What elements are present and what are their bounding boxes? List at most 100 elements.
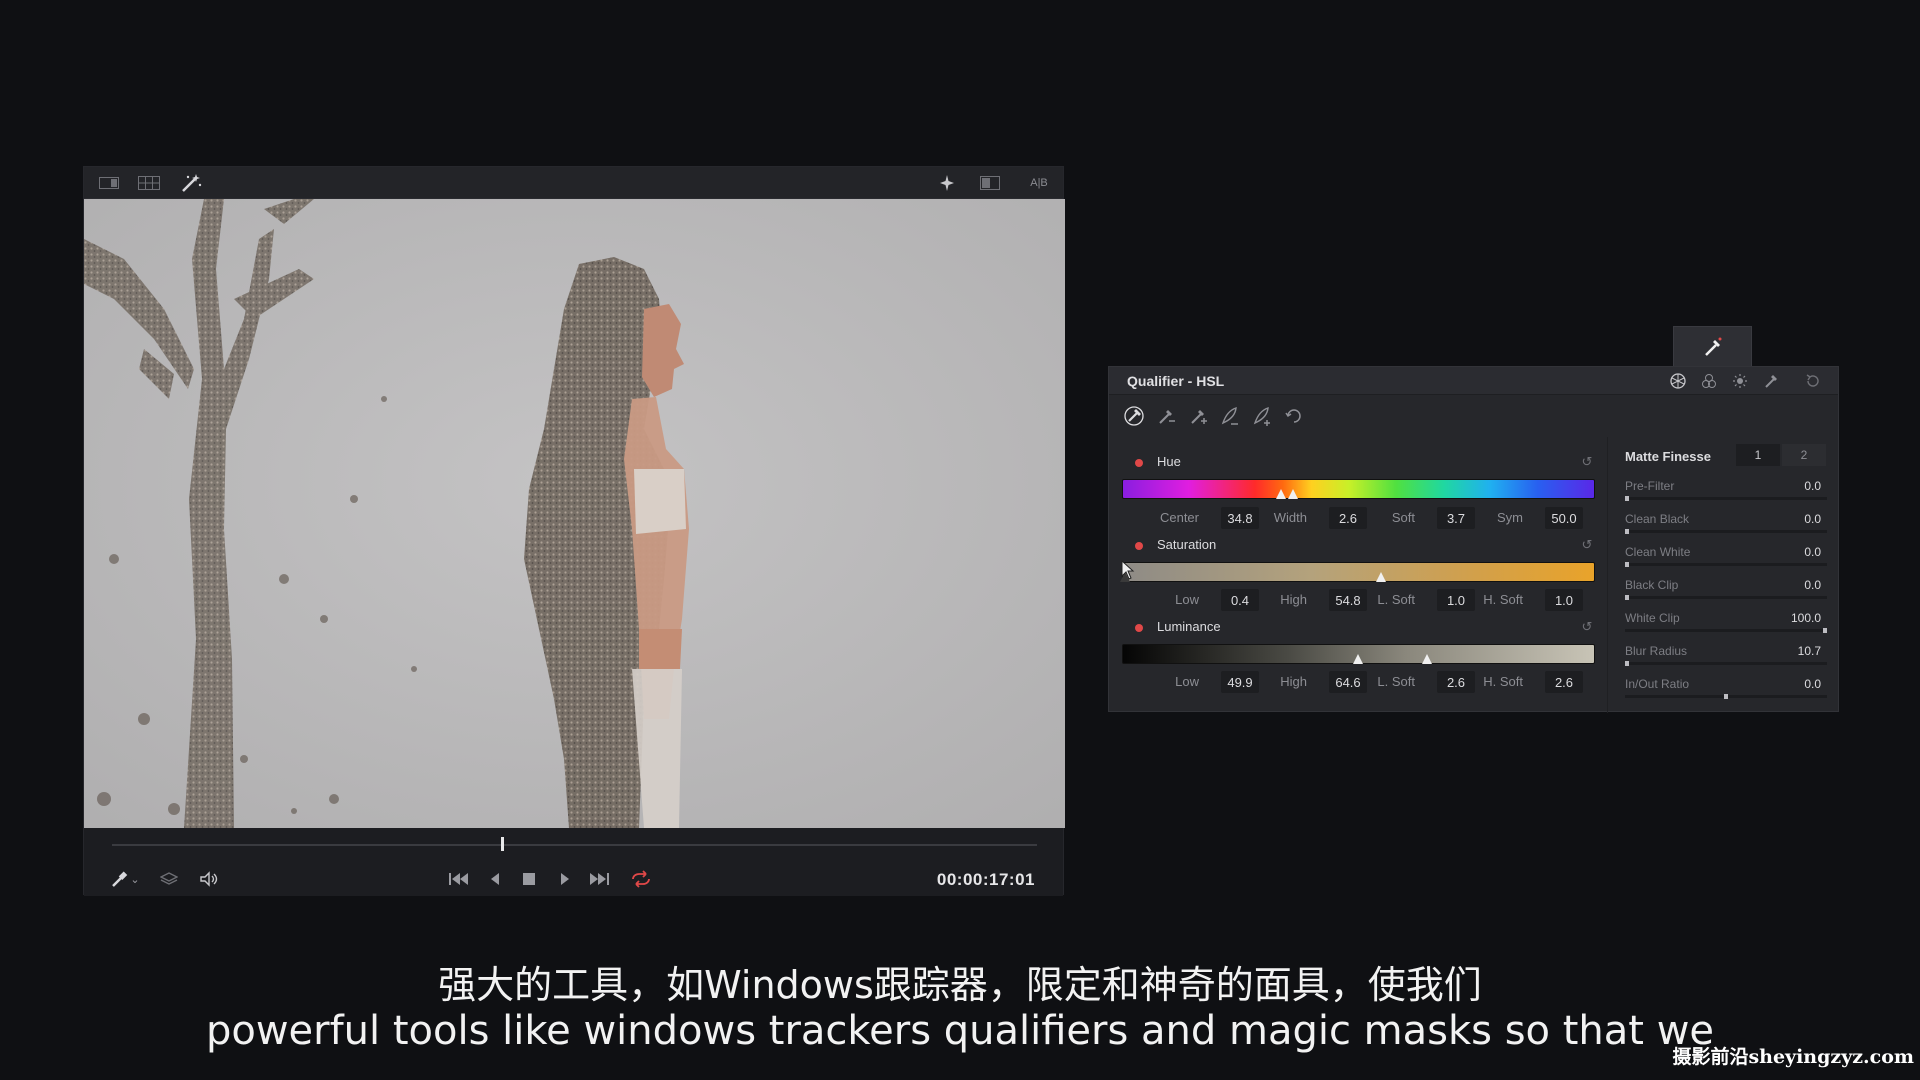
matte-finesse-slider-knob[interactable] xyxy=(1625,496,1629,501)
hsl-controls: Hue ↺ Center 34.8 Width 2.6 Soft 3.7 Sym… xyxy=(1109,437,1607,713)
skip-to-start-icon[interactable] xyxy=(446,868,472,890)
grid-view-icon[interactable] xyxy=(138,175,160,191)
luminance-handle-high[interactable] xyxy=(1422,654,1433,664)
matte-finesse-label: Black Clip xyxy=(1625,578,1679,592)
stop-icon[interactable] xyxy=(516,868,542,890)
matte-finesse-value[interactable]: 0.0 xyxy=(1804,677,1821,691)
viewer-image[interactable] xyxy=(84,199,1065,828)
hue-reset-icon[interactable]: ↺ xyxy=(1579,454,1595,470)
matte-finesse-value[interactable]: 0.0 xyxy=(1804,545,1821,559)
sat-low-label: Low xyxy=(1175,592,1199,607)
lum-low-label: Low xyxy=(1175,674,1199,689)
saturation-handle-high[interactable] xyxy=(1376,572,1387,582)
matte-finesse-slider[interactable] xyxy=(1625,496,1827,501)
skip-to-end-icon[interactable] xyxy=(586,868,612,890)
matte-finesse-value[interactable]: 0.0 xyxy=(1804,512,1821,526)
matte-finesse-title: Matte Finesse xyxy=(1625,449,1711,464)
matte-finesse-row[interactable]: White Clip 100.0 xyxy=(1625,609,1827,637)
single-viewer-icon[interactable] xyxy=(98,175,120,191)
hue-handle-right[interactable] xyxy=(1287,489,1298,499)
matte-finesse-slider-knob[interactable] xyxy=(1625,562,1629,567)
luminance-label: Luminance xyxy=(1157,619,1221,634)
3d-picker-icon[interactable] xyxy=(1761,372,1781,390)
chevron-down-icon[interactable]: ⌄ xyxy=(128,868,142,890)
matte-finesse-row[interactable]: In/Out Ratio 0.0 xyxy=(1625,675,1827,703)
layers-icon[interactable] xyxy=(156,868,182,890)
matte-finesse-value[interactable]: 100.0 xyxy=(1791,611,1821,625)
qualifier-panel: Qualifier - HSL Hue ↺ Center 34.8 Width … xyxy=(1108,366,1840,713)
matte-finesse-value[interactable]: 0.0 xyxy=(1804,479,1821,493)
hsl-icon[interactable] xyxy=(1668,372,1688,390)
loop-icon[interactable] xyxy=(628,868,654,890)
matte-finesse-slider-knob[interactable] xyxy=(1724,694,1728,699)
lum-high-label: High xyxy=(1280,674,1307,689)
hue-width-label: Width xyxy=(1273,510,1307,525)
matte-finesse-tab-2[interactable]: 2 xyxy=(1782,444,1826,466)
rgb-icon[interactable] xyxy=(1699,372,1719,390)
hue-enable-dot[interactable] xyxy=(1135,459,1143,467)
saturation-enable-dot[interactable] xyxy=(1135,542,1143,550)
reset-icon[interactable] xyxy=(1803,372,1823,390)
matte-finesse-row[interactable]: Clean White 0.0 xyxy=(1625,543,1827,571)
play-icon[interactable] xyxy=(552,868,578,890)
mouse-cursor-icon xyxy=(1121,560,1135,580)
step-back-icon[interactable] xyxy=(482,868,508,890)
picker-icon xyxy=(1704,337,1721,356)
matte-finesse-section: Matte Finesse 1 2 Pre-Filter 0.0 Clean Bla… xyxy=(1607,437,1840,713)
saturation-label: Saturation xyxy=(1157,537,1217,552)
feather-minus-icon[interactable] xyxy=(1217,403,1243,429)
luminance-enable-dot[interactable] xyxy=(1135,624,1143,632)
picker-minus-icon[interactable] xyxy=(1153,403,1179,429)
volume-icon[interactable] xyxy=(196,868,222,890)
matte-finesse-label: Pre-Filter xyxy=(1625,479,1675,493)
picker-tab[interactable] xyxy=(1673,326,1752,367)
hue-params: Center 34.8 Width 2.6 Soft 3.7 Sym 50.0 xyxy=(1109,507,1607,529)
matte-finesse-slider[interactable] xyxy=(1625,562,1827,567)
feather-plus-icon[interactable] xyxy=(1249,403,1275,429)
matte-finesse-label: In/Out Ratio xyxy=(1625,677,1690,691)
qualifier-header: Qualifier - HSL xyxy=(1109,367,1838,395)
highlight-icon[interactable] xyxy=(936,175,958,191)
sat-hsoft-value[interactable]: 1.0 xyxy=(1545,589,1583,611)
matte-finesse-slider-knob[interactable] xyxy=(1625,595,1629,600)
matte-finesse-row[interactable]: Pre-Filter 0.0 xyxy=(1625,477,1827,505)
hue-handle-left[interactable] xyxy=(1275,489,1286,499)
matte-finesse-tab-1[interactable]: 1 xyxy=(1736,444,1780,466)
timeline-scrubber[interactable] xyxy=(112,844,1037,846)
matte-finesse-slider[interactable] xyxy=(1625,595,1827,600)
matte-finesse-value[interactable]: 10.7 xyxy=(1798,644,1821,658)
matte-finesse-slider-knob[interactable] xyxy=(1625,529,1629,534)
split-view-icon[interactable] xyxy=(979,175,1001,191)
sat-lsoft-label: L. Soft xyxy=(1377,592,1415,607)
subtitle-chinese: 强大的工具，如Windows跟踪器，限定和神奇的面具，使我们 xyxy=(438,963,1482,1007)
lum-lsoft-label: L. Soft xyxy=(1377,674,1415,689)
matte-finesse-value[interactable]: 0.0 xyxy=(1804,578,1821,592)
saturation-bar[interactable] xyxy=(1119,562,1595,582)
picker-plus-icon[interactable] xyxy=(1185,403,1211,429)
invert-icon[interactable] xyxy=(1281,403,1307,429)
luminance-bar[interactable] xyxy=(1122,644,1595,664)
hue-bar[interactable] xyxy=(1122,479,1595,499)
saturation-params: Low 0.4 High 54.8 L. Soft 1.0 H. Soft 1.… xyxy=(1109,589,1607,611)
matte-finesse-slider-knob[interactable] xyxy=(1823,628,1827,633)
lum-hsoft-value[interactable]: 2.6 xyxy=(1545,671,1583,693)
matte-finesse-row[interactable]: Clean Black 0.0 xyxy=(1625,510,1827,538)
ab-compare-button[interactable]: A|B xyxy=(1024,175,1054,191)
matte-finesse-row[interactable]: Black Clip 0.0 xyxy=(1625,576,1827,604)
magic-wand-icon[interactable] xyxy=(180,174,202,192)
matte-finesse-slider-knob[interactable] xyxy=(1625,661,1629,666)
matte-finesse-slider[interactable] xyxy=(1625,694,1827,699)
luminance-handle-low[interactable] xyxy=(1353,654,1364,664)
saturation-reset-icon[interactable]: ↺ xyxy=(1579,537,1595,553)
matte-finesse-slider[interactable] xyxy=(1625,529,1827,534)
viewer-toolbar: A|B xyxy=(84,167,1063,199)
matte-finesse-row[interactable]: Blur Radius 10.7 xyxy=(1625,642,1827,670)
picker-icon[interactable] xyxy=(1121,403,1147,429)
matte-finesse-slider[interactable] xyxy=(1625,661,1827,666)
matte-finesse-slider[interactable] xyxy=(1625,628,1827,633)
luminance-reset-icon[interactable]: ↺ xyxy=(1579,619,1595,635)
playhead[interactable] xyxy=(500,837,504,851)
hue-sym-value[interactable]: 50.0 xyxy=(1545,507,1583,529)
matte-finesse-label: Clean White xyxy=(1625,545,1691,559)
luminance-icon[interactable] xyxy=(1730,372,1750,390)
